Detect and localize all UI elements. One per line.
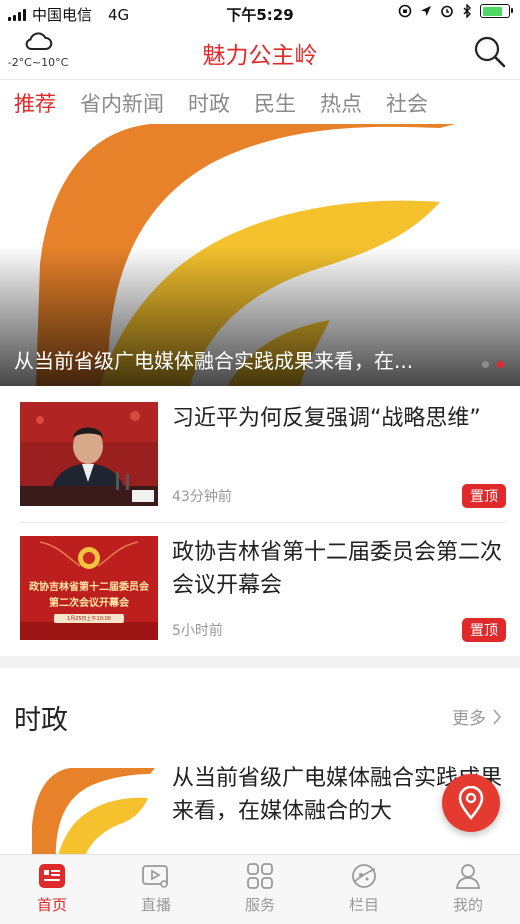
nav-live[interactable]: 直播 bbox=[104, 855, 208, 924]
app-header: -2°C~10°C 魅力公主岭 bbox=[0, 28, 520, 80]
banner-carousel[interactable]: 从当前省级广电媒体融合实践成果来看，在... bbox=[0, 124, 520, 386]
screen-lock-icon bbox=[398, 4, 412, 18]
user-profile-icon bbox=[455, 864, 481, 889]
carousel-dot[interactable] bbox=[482, 361, 489, 368]
news-title[interactable]: 政协吉林省第十二届委员会第二次会议开幕会 bbox=[172, 536, 502, 602]
chevron-right-icon bbox=[493, 708, 502, 725]
carousel-indicator bbox=[482, 361, 504, 368]
list-divider bbox=[20, 522, 506, 523]
map-pin-icon bbox=[458, 786, 484, 820]
banner-title[interactable]: 从当前省级广电媒体融合实践成果来看，在... bbox=[14, 345, 454, 374]
news-title[interactable]: 习近平为何反复强调“战略思维” bbox=[172, 402, 502, 435]
bluetooth-icon bbox=[463, 4, 471, 18]
nav-label: 服务 bbox=[244, 896, 275, 914]
nav-columns[interactable]: 栏目 bbox=[312, 855, 416, 924]
thumbnail-caption-line2: 第二次会议开幕会 bbox=[49, 598, 129, 609]
live-video-icon bbox=[142, 865, 168, 888]
app-screen: 中国电信 4G 下午5:29 -2°C~10°C 魅力公主岭 推荐 省内新闻 时… bbox=[0, 0, 520, 924]
section-gap bbox=[0, 656, 520, 668]
category-tabs: 推荐 省内新闻 时政 民生 热点 社会 bbox=[0, 82, 520, 124]
location-arrow-icon bbox=[421, 6, 431, 16]
news-home-icon bbox=[39, 864, 65, 888]
planet-columns-icon bbox=[352, 864, 376, 888]
nav-home[interactable]: 首页 bbox=[0, 855, 104, 924]
news-item[interactable]: 政协吉林省第十二届委员会 第二次会议开幕会 1月25日上午10:00 政协吉林省… bbox=[20, 536, 506, 668]
section-news-item[interactable]: 从当前省级广电媒体融合实践成果来看，在媒体融合的大 bbox=[20, 762, 506, 858]
news-time: 5小时前 bbox=[172, 623, 223, 639]
grid-services-icon bbox=[247, 863, 273, 889]
tab-politics[interactable]: 时政 bbox=[188, 88, 230, 118]
news-thumbnail bbox=[20, 762, 158, 858]
thumbnail-date: 1月25日上午10:00 bbox=[67, 616, 111, 622]
nav-label: 直播 bbox=[140, 896, 171, 914]
pinned-badge: 置顶 bbox=[462, 618, 506, 642]
battery-icon bbox=[480, 4, 513, 18]
search-button[interactable] bbox=[472, 34, 508, 70]
news-thumbnail: 政协吉林省第十二届委员会 第二次会议开幕会 1月25日上午10:00 bbox=[20, 536, 158, 640]
nav-services[interactable]: 服务 bbox=[208, 855, 312, 924]
news-thumbnail bbox=[20, 402, 158, 506]
more-label: 更多 bbox=[452, 709, 486, 729]
status-right bbox=[398, 4, 513, 18]
news-item[interactable]: 习近平为何反复强调“战略思维” 43分钟前 置顶 bbox=[20, 402, 506, 534]
tab-livelihood[interactable]: 民生 bbox=[254, 88, 296, 118]
nav-profile[interactable]: 我的 bbox=[416, 855, 520, 924]
page-title: 魅力公主岭 bbox=[202, 43, 318, 69]
nav-label: 栏目 bbox=[348, 896, 379, 914]
nav-label: 我的 bbox=[452, 896, 483, 914]
tab-society[interactable]: 社会 bbox=[386, 88, 428, 118]
section-title: 时政 bbox=[14, 705, 68, 736]
thumbnail-caption-line1: 政协吉林省第十二届委员会 bbox=[29, 582, 149, 593]
tab-recommend[interactable]: 推荐 bbox=[14, 88, 56, 118]
news-time: 43分钟前 bbox=[172, 489, 232, 505]
location-fab[interactable] bbox=[442, 774, 500, 832]
more-link[interactable]: 更多 bbox=[452, 704, 502, 729]
brand-logo-image bbox=[20, 762, 158, 858]
bottom-navigation: 首页 直播 服务 栏目 我的 bbox=[0, 854, 520, 924]
carousel-dot-active[interactable] bbox=[497, 361, 504, 368]
status-bar: 中国电信 4G 下午5:29 bbox=[0, 0, 520, 28]
alarm-icon bbox=[441, 5, 453, 18]
speaker-photo-image bbox=[20, 402, 158, 506]
search-icon bbox=[474, 36, 506, 68]
pinned-badge: 置顶 bbox=[462, 484, 506, 508]
nav-label: 首页 bbox=[36, 896, 67, 914]
tab-hot[interactable]: 热点 bbox=[320, 88, 362, 118]
tab-provincial-news[interactable]: 省内新闻 bbox=[80, 88, 164, 118]
